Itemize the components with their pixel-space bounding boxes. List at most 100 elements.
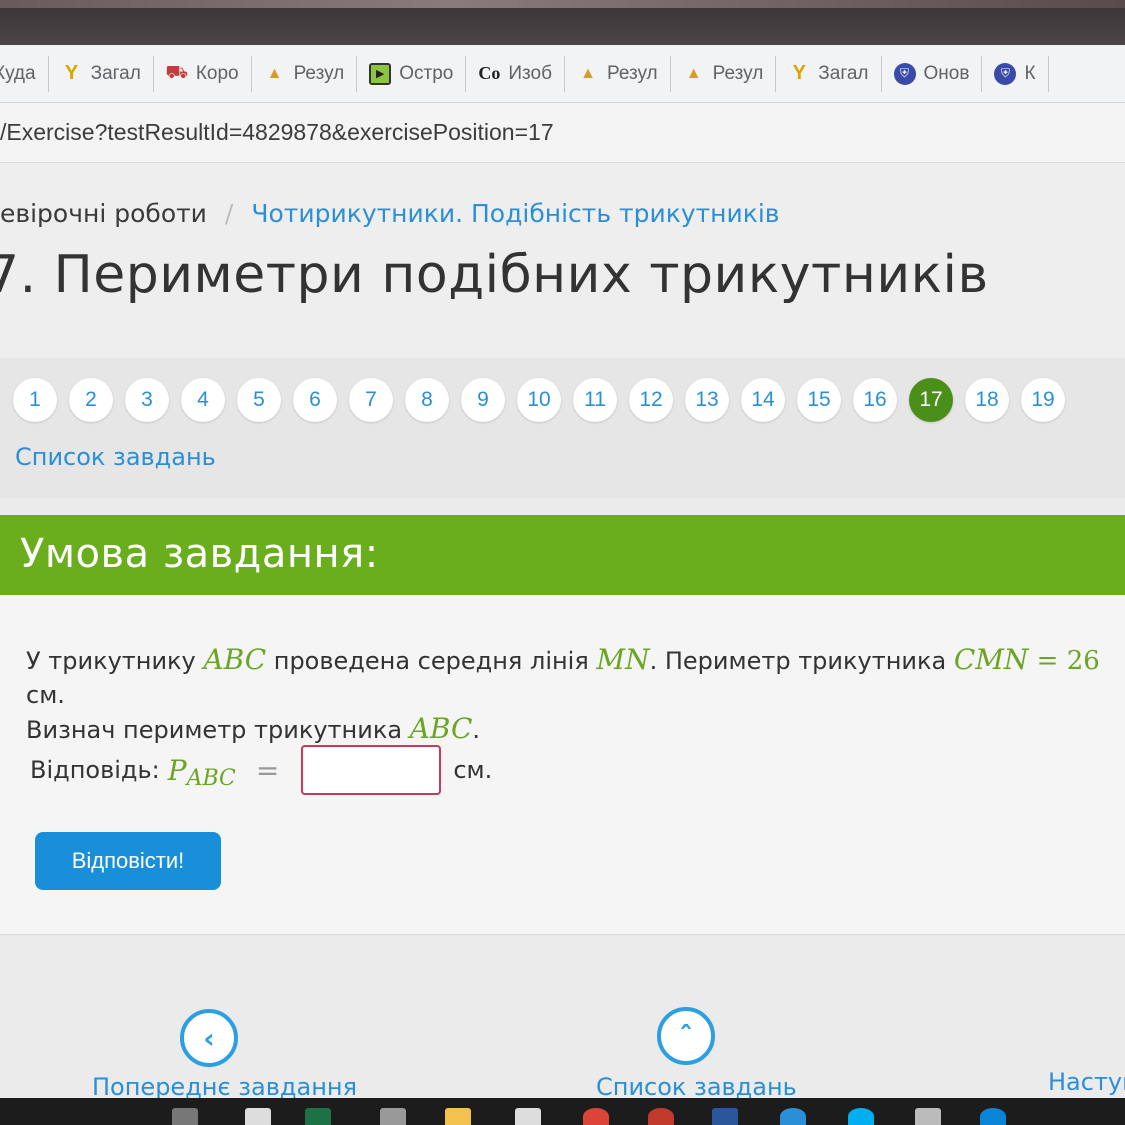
page-button[interactable]: 18	[965, 378, 1009, 422]
taskbar-app-icon[interactable]	[648, 1108, 674, 1125]
bookmark-label: Загал	[90, 62, 141, 84]
task-list-link[interactable]: Список завдань	[15, 443, 216, 471]
page-button[interactable]: 13	[685, 378, 729, 422]
screen-bezel	[0, 0, 1125, 45]
shield-icon: ⛨	[994, 62, 1017, 85]
bookmark-item[interactable]: Co Изоб	[466, 55, 565, 92]
problem-text-part: .	[472, 716, 481, 744]
bookmark-label: К	[1024, 62, 1036, 84]
submit-answer-button[interactable]: Відповісти!	[35, 832, 221, 890]
folder-icon[interactable]	[445, 1108, 471, 1125]
problem-text-part: проведена середня лінія	[266, 647, 597, 675]
url-text[interactable]: /Exercise?testResultId=4829878&exerciseP…	[0, 119, 554, 146]
bookmark-label: Онов	[923, 62, 970, 84]
page-button[interactable]: 4	[181, 378, 225, 422]
bookmark-item[interactable]: Y Загал	[776, 55, 882, 92]
bookmark-item[interactable]: ▶ Остро	[357, 55, 467, 92]
bookmark-item[interactable]: Куда	[0, 55, 49, 92]
problem-text-part: . Периметр трикутника	[649, 647, 954, 675]
problem-unit: см.	[26, 681, 65, 709]
calculator-icon[interactable]	[915, 1108, 941, 1125]
page-button[interactable]: 16	[853, 378, 897, 422]
answer-label: Відповідь:	[30, 756, 160, 784]
page-button[interactable]: 12	[629, 378, 673, 422]
math-equals: =	[1028, 646, 1067, 676]
next-task-link[interactable]: Наступ	[1048, 1068, 1125, 1096]
bell-icon: ▲	[685, 64, 702, 82]
taskbar-app-icon[interactable]	[780, 1108, 806, 1125]
condition-header: Умова завдання:	[0, 515, 1125, 595]
page-button[interactable]: 15	[797, 378, 841, 422]
address-bar[interactable]: /Exercise?testResultId=4829878&exerciseP…	[0, 103, 1125, 163]
exercise-content: У трикутнику ABC проведена середня лінія…	[0, 595, 1125, 935]
taskbar-app-icon[interactable]	[172, 1108, 198, 1125]
page-button[interactable]: 3	[125, 378, 169, 422]
bookmark-label: Резул	[293, 62, 345, 84]
page-button[interactable]: 7	[349, 378, 393, 422]
funnel-icon: Y	[792, 62, 806, 84]
page-button[interactable]: 10	[517, 378, 561, 422]
edge-icon[interactable]	[980, 1108, 1006, 1125]
page-button[interactable]: 14	[741, 378, 785, 422]
answer-unit: см.	[453, 756, 493, 784]
page-button[interactable]: 1	[13, 378, 57, 422]
taskbar-app-icon[interactable]	[380, 1108, 406, 1125]
bookmark-label: Остро	[399, 62, 454, 84]
os-taskbar	[0, 1098, 1125, 1125]
math-cmn: CMN	[953, 643, 1029, 676]
bookmark-label: Куда	[0, 62, 36, 84]
bookmark-item[interactable]: ⛟ Коро	[154, 55, 252, 92]
problem-question: Визнач периметр трикутника	[26, 716, 410, 744]
pager-block: 1 2 3 4 5 6 7 8 9 10 11 12 13 14 15 16 17 18 19 Список зав…	[0, 358, 1125, 498]
page-button[interactable]: 19	[1021, 378, 1065, 422]
chrome-icon[interactable]	[583, 1108, 609, 1125]
bookmark-item[interactable]: ▲ Резул	[671, 55, 777, 92]
chevron-left-icon[interactable]: ‹	[180, 1009, 238, 1067]
breadcrumb: евірочні роботи / Чотирикутники. Подібніст…	[0, 199, 780, 228]
background-sliver	[0, 0, 1125, 8]
problem-text-part: У трикутнику	[26, 647, 204, 675]
previous-task-link[interactable]: Попереднє завдання	[92, 1073, 357, 1101]
taskbar-app-icon[interactable]	[245, 1108, 271, 1125]
breadcrumb-parent[interactable]: евірочні роботи	[0, 199, 207, 228]
condition-title: Умова завдання:	[20, 531, 379, 577]
bookmark-label: Резул	[712, 62, 764, 84]
page-button[interactable]: 2	[69, 378, 113, 422]
taskbar-app-icon[interactable]	[515, 1108, 541, 1125]
bookmark-item[interactable]: ▲ Резул	[252, 55, 358, 92]
cart-icon: ⛟	[165, 61, 189, 82]
header-block: евірочні роботи / Чотирикутники. Подібніст…	[0, 163, 1125, 358]
page-button[interactable]: 6	[293, 378, 337, 422]
bookmark-item[interactable]: ▲ Резул	[565, 55, 671, 92]
page-button[interactable]: 9	[461, 378, 505, 422]
bell-icon: ▲	[580, 64, 596, 82]
math-abc: ABC	[409, 712, 473, 745]
chevron-up-icon[interactable]: ˆ	[657, 1007, 715, 1065]
skype-icon[interactable]	[848, 1108, 874, 1125]
breadcrumb-separator: /	[224, 199, 234, 228]
answer-row: Відповідь: P ABC = см.	[30, 745, 492, 795]
bookmark-label: Загал	[818, 62, 869, 84]
task-list-footer-link[interactable]: Список завдань	[596, 1073, 797, 1101]
bookmark-item[interactable]: ⛨ К	[982, 55, 1049, 92]
page-button[interactable]: 5	[237, 378, 281, 422]
excel-icon[interactable]	[305, 1108, 331, 1125]
bell-icon: ▲	[266, 64, 283, 82]
shield-icon: ⛨	[893, 62, 916, 85]
answer-variable: P	[167, 753, 187, 787]
breadcrumb-current[interactable]: Чотирикутники. Подібність трикутників	[251, 199, 779, 228]
bookmark-item[interactable]: Y Загал	[49, 55, 154, 92]
bookmark-label: Изоб	[508, 62, 552, 84]
page-button-active[interactable]: 17	[909, 378, 953, 422]
bookmark-item[interactable]: ⛨ Онов	[882, 55, 983, 92]
page-content: евірочні роботи / Чотирикутники. Подібніст…	[0, 163, 1125, 1101]
page-button[interactable]: 11	[573, 378, 617, 422]
page-button[interactable]: 8	[405, 378, 449, 422]
answer-input[interactable]	[301, 745, 442, 795]
co-icon: Co	[478, 63, 501, 83]
answer-subscript: ABC	[186, 765, 236, 791]
math-abc: ABC	[203, 643, 267, 676]
answer-equals: =	[255, 753, 280, 787]
page-title: 7. Периметри подібних трикутників	[0, 245, 989, 305]
word-icon[interactable]	[712, 1108, 738, 1125]
